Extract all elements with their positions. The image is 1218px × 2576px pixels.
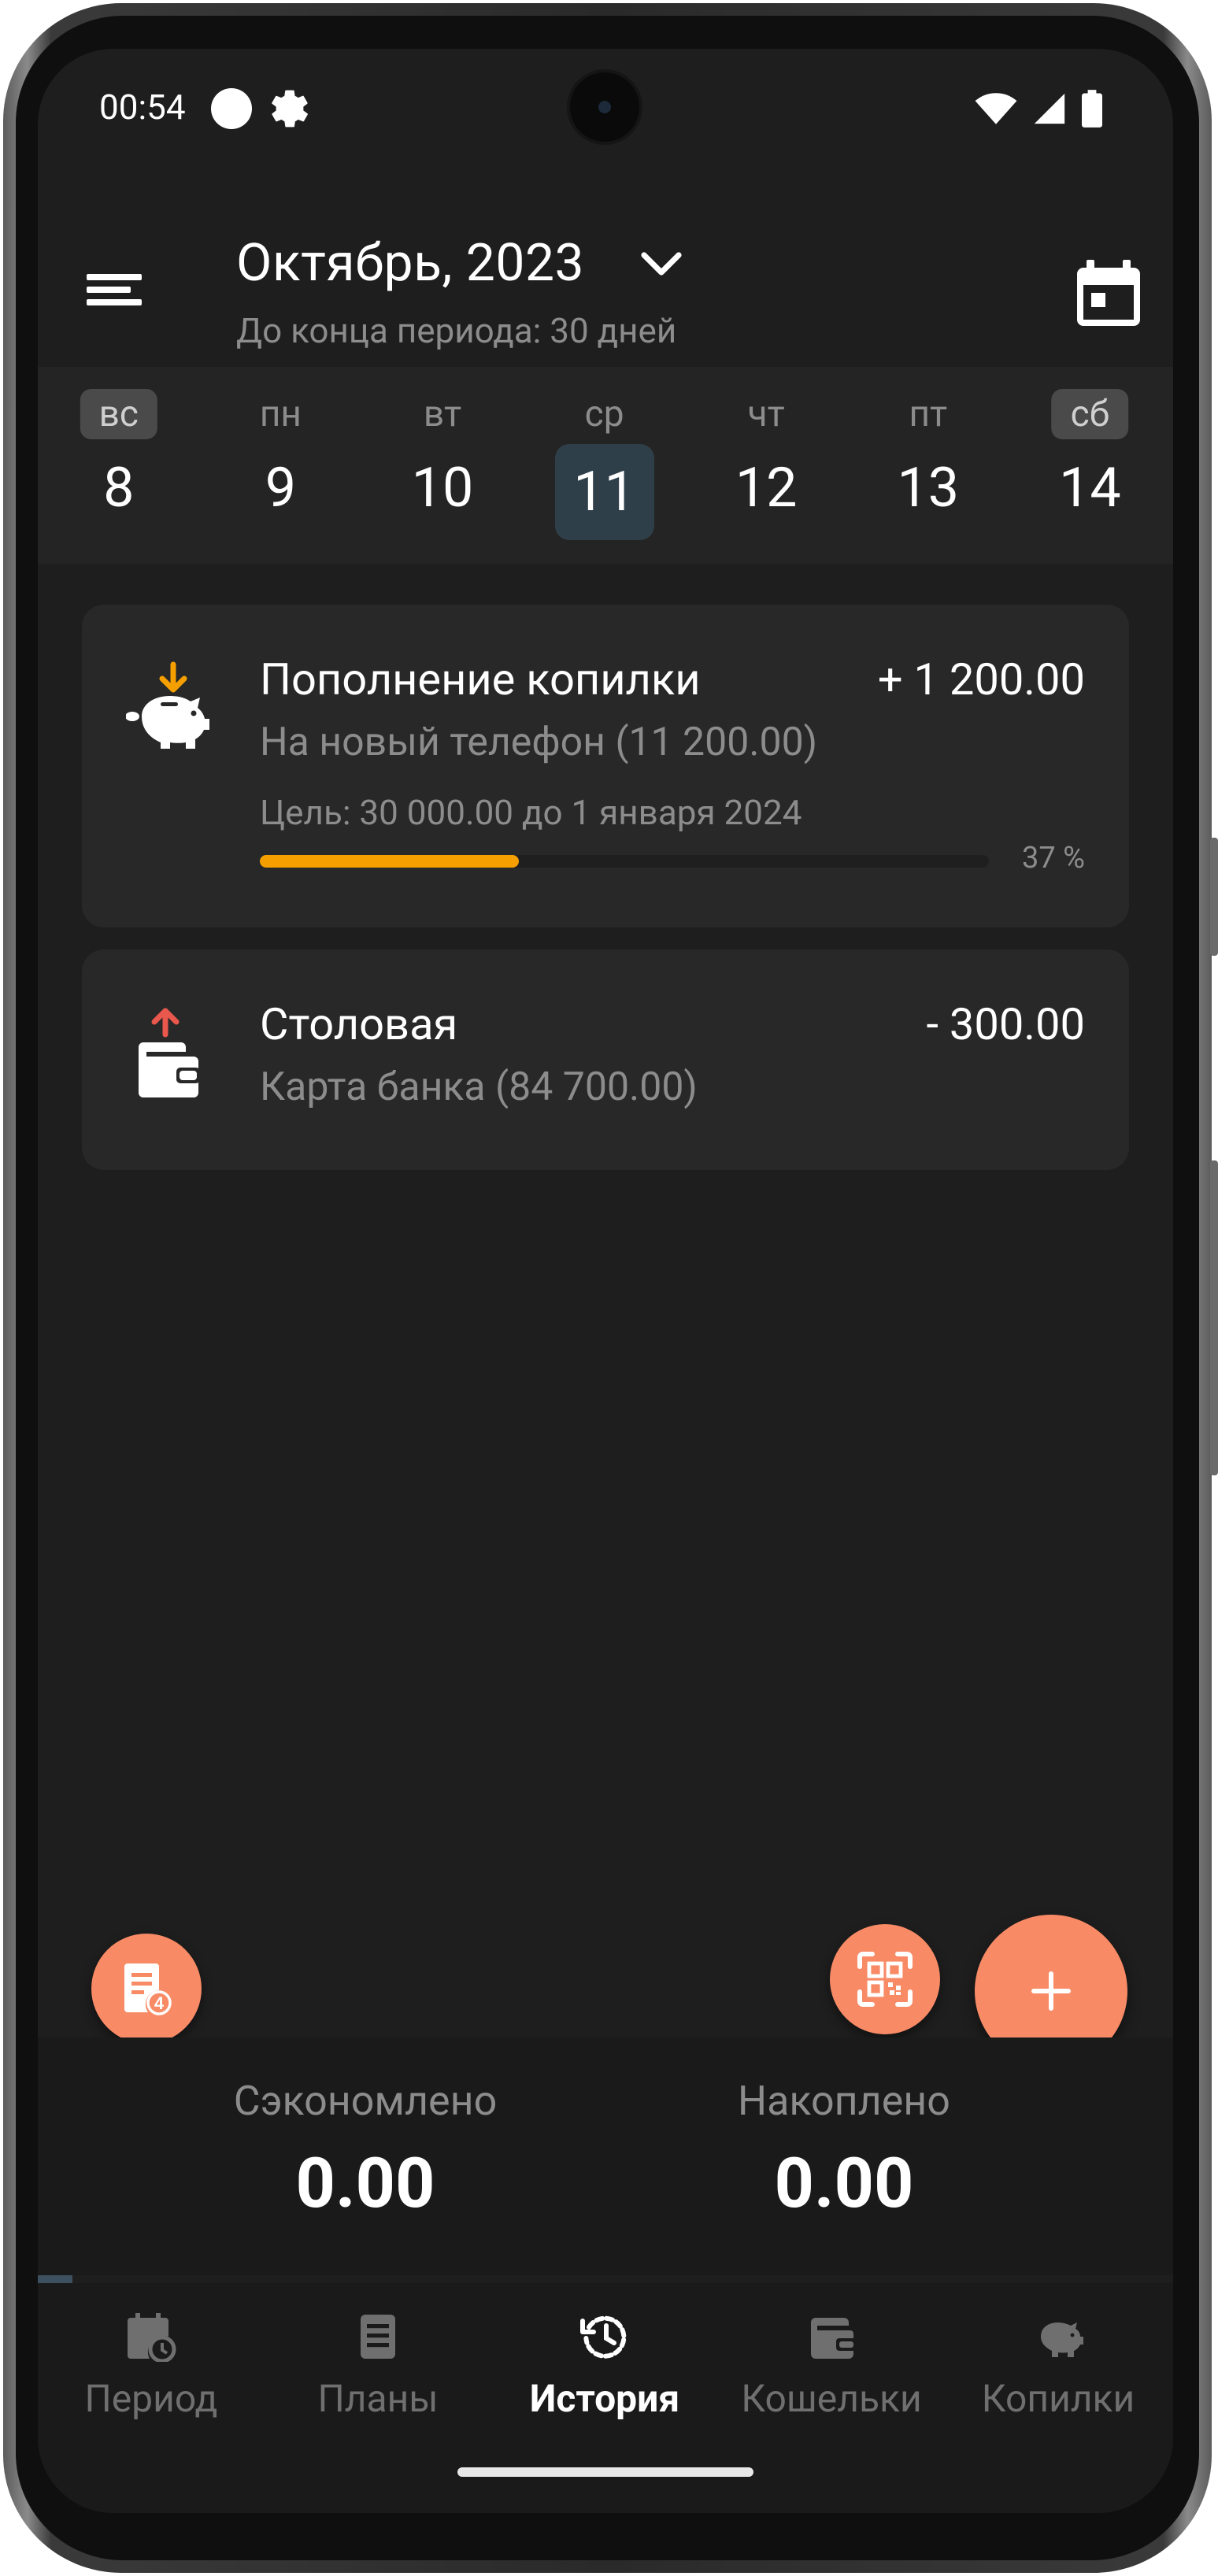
wallet-expense-icon <box>139 1008 200 1097</box>
bottom-navigation: Период Планы История Кошельки Копилки <box>38 2283 1173 2513</box>
day-2[interactable]: вт 10 <box>383 367 502 564</box>
cellular-signal-icon <box>1034 93 1065 124</box>
month-title[interactable]: Октябрь, 2023 <box>236 233 584 294</box>
wifi-icon <box>975 93 1017 124</box>
piggy-bank-deposit-icon <box>126 661 209 749</box>
plus-icon <box>1031 1971 1071 2011</box>
nav-label: Период <box>84 2376 218 2421</box>
day-name: пт <box>909 393 948 435</box>
day-1[interactable]: пн 9 <box>221 367 339 564</box>
calendar-clock-icon <box>128 2313 176 2362</box>
saved-label: Сэкономлено <box>233 2077 498 2125</box>
gear-icon <box>272 90 308 128</box>
day-name: вт <box>423 393 462 435</box>
day-number: 12 <box>735 456 798 520</box>
wallet-icon <box>811 2318 857 2359</box>
goal-progress-percent: 37 % <box>1022 841 1085 875</box>
nav-history[interactable]: История <box>491 2311 718 2453</box>
system-icons <box>975 87 1102 131</box>
nav-piggybanks[interactable]: Копилки <box>945 2311 1172 2453</box>
front-camera <box>570 72 639 142</box>
status-bar: 00:54 <box>38 49 1173 167</box>
volume-button <box>1210 838 1218 956</box>
qr-scan-button[interactable] <box>830 1924 940 2034</box>
nav-label: История <box>529 2376 680 2421</box>
receipts-button[interactable]: 4 <box>91 1934 202 2044</box>
scroll-indicator <box>38 2275 72 2283</box>
day-name: вс <box>80 389 157 439</box>
day-4[interactable]: чт 12 <box>707 367 825 564</box>
nav-wallets[interactable]: Кошельки <box>718 2311 945 2453</box>
notification-dot-icon <box>211 88 252 129</box>
day-6[interactable]: сб 14 <box>1031 367 1149 564</box>
nav-label: Кошельки <box>741 2376 922 2421</box>
saved-value: 0.00 <box>295 2143 435 2224</box>
transaction-amount: + 1 200.00 <box>877 653 1085 705</box>
chevron-down-icon[interactable] <box>639 249 683 280</box>
day-name: пн <box>259 393 302 435</box>
day-name: ср <box>584 393 624 435</box>
screen: 00:54 Октябрь, 2023 До конца периода: 30… <box>38 49 1173 2513</box>
day-name: сб <box>1051 389 1129 439</box>
list-icon <box>361 2315 395 2359</box>
nav-plans[interactable]: Планы <box>265 2311 491 2453</box>
day-number: 13 <box>897 456 960 520</box>
day-number: 9 <box>265 456 297 520</box>
piggy-bank-icon <box>1041 2322 1083 2357</box>
transaction-source: На новый телефон (11 200.00) <box>260 720 818 765</box>
home-indicator[interactable] <box>457 2467 753 2477</box>
app-header: Октябрь, 2023 До конца периода: 30 дней <box>38 167 1173 367</box>
power-button <box>1210 1160 1218 1475</box>
transaction-title: Столовая <box>260 998 458 1050</box>
day-number: 11 <box>554 444 654 540</box>
transaction-source: Карта банка (84 700.00) <box>260 1064 698 1110</box>
calendar-icon[interactable] <box>1077 260 1140 326</box>
goal-progress-fill <box>260 855 519 868</box>
day-3[interactable]: ср 11 <box>546 367 664 564</box>
day-number: 10 <box>411 456 474 520</box>
day-name: чт <box>747 393 785 435</box>
menu-icon[interactable] <box>87 266 142 313</box>
accumulated-value: 0.00 <box>774 2143 914 2224</box>
transaction-card[interactable]: Столовая - 300.00 Карта банка (84 700.00… <box>82 949 1129 1170</box>
history-list: Пополнение копилки + 1 200.00 На новый т… <box>38 564 1173 2091</box>
status-time: 00:54 <box>99 87 186 128</box>
battery-icon <box>1082 90 1102 128</box>
nav-period[interactable]: Период <box>38 2311 265 2453</box>
day-number: 14 <box>1059 456 1121 520</box>
goal-text: Цель: 30 000.00 до 1 января 2024 <box>260 792 802 833</box>
transaction-amount: - 300.00 <box>926 998 1086 1050</box>
day-5[interactable]: пт 13 <box>869 367 987 564</box>
accumulated-label: Накоплено <box>738 2077 950 2125</box>
day-0[interactable]: вс 8 <box>60 367 178 564</box>
transaction-title: Пополнение копилки <box>260 653 701 705</box>
day-number: 8 <box>103 456 135 520</box>
qr-code-icon <box>857 1952 913 2007</box>
history-icon <box>580 2315 627 2359</box>
week-strip: вс 8 пн 9 вт 10 ср 11 чт 12 пт 13 сб 14 <box>38 367 1173 564</box>
nav-label: Копилки <box>981 2376 1135 2421</box>
period-remaining: До конца периода: 30 дней <box>236 310 677 351</box>
nav-label: Планы <box>317 2376 439 2421</box>
goal-progress-bar <box>260 855 989 868</box>
receipt-icon: 4 <box>124 1963 172 2015</box>
summary-panel: Сэкономлено 0.00 Накоплено 0.00 <box>38 2037 1173 2275</box>
transaction-card[interactable]: Пополнение копилки + 1 200.00 На новый т… <box>82 605 1129 927</box>
receipts-badge: 4 <box>154 1993 165 2013</box>
